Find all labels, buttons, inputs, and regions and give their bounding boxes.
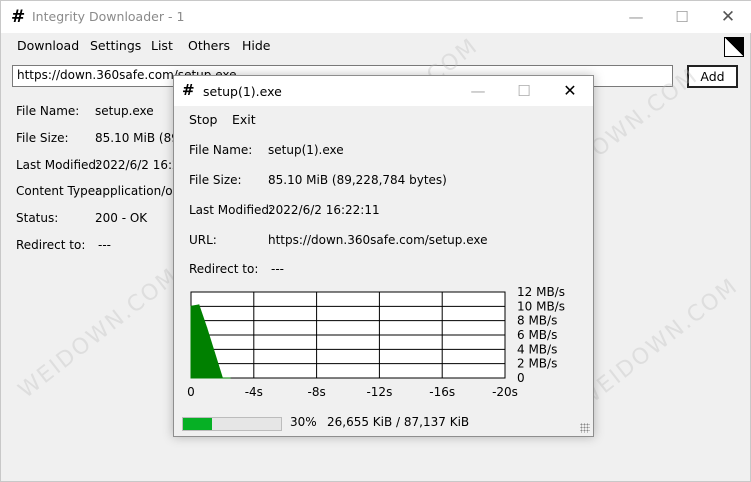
detail-label-file-size: File Size: [16,131,69,145]
detail-label-last-modified: Last Modified: [16,158,101,172]
chart-y-tick-label: 0 [517,371,525,385]
progress-fill [183,418,213,430]
menu-settings[interactable]: Settings [90,38,141,53]
detail-value-status: 200 - OK [95,211,148,225]
dialog-close-icon[interactable]: ✕ [547,76,593,106]
chart-y-tick-label: 12 MB/s [517,285,565,299]
chart-point [190,305,192,307]
download-progress-dialog: # setup(1).exe — ☐ ✕ Stop Exit File Name… [173,75,594,437]
close-icon[interactable]: ✕ [705,1,751,33]
menu-list[interactable]: List [151,38,173,53]
watermark: WEIDOWN.COM [14,263,184,404]
chart-point [206,327,208,329]
chart-point [198,304,200,306]
theme-toggle-icon[interactable] [724,37,744,57]
maximize-icon[interactable]: ☐ [659,1,705,33]
field-value-last-modified: 2022/6/2 16:22:11 [268,203,380,217]
chart-point [214,352,216,354]
dialog-minimize-icon[interactable]: — [455,76,501,106]
menu-stop[interactable]: Stop [189,112,217,127]
dialog-title-bar[interactable]: # setup(1).exe — ☐ ✕ [174,76,593,106]
dialog-title: setup(1).exe [203,84,282,99]
minimize-icon[interactable]: — [613,1,659,33]
dialog-hash-icon: # [182,81,195,99]
chart-y-tick-label: 4 MB/s [517,342,557,356]
speed-chart-svg: 12 MB/s10 MB/s8 MB/s6 MB/s4 MB/s2 MB/s00… [187,285,565,399]
detail-label-content-type: Content Type: [16,184,100,198]
add-button[interactable]: Add [687,65,738,88]
detail-value-redirect: --- [98,238,111,252]
chart-x-tick-label: 0 [187,385,195,399]
detail-label-file-name: File Name: [16,104,80,118]
main-window: # Integrity Downloader - 1 — ☐ ✕ Downloa… [0,0,751,482]
detail-value-content-type: application/oc [95,184,180,198]
chart-x-tick-label: -4s [245,385,263,399]
chart-x-tick-label: -20s [492,385,518,399]
speed-chart: 12 MB/s 10 MB/s 8 MB/s 6 MB/s 4 MB/s 2 MB/s 0 0… [187,285,565,404]
detail-value-file-name: setup.exe [95,104,154,118]
menu-exit[interactable]: Exit [232,112,256,127]
chart-x-tick-label: -8s [307,385,325,399]
chart-point [229,377,231,379]
field-value-file-size: 85.10 MiB (89,228,784 bytes) [268,173,447,187]
progress-bytes: 26,655 KiB / 87,137 KiB [327,415,470,429]
download-progress-bar [182,417,282,431]
menu-hide[interactable]: Hide [242,38,271,53]
chart-point [221,377,223,379]
field-label-last-modified: Last Modified: [189,203,274,217]
field-value-file-name: setup(1).exe [268,143,344,157]
dialog-maximize-icon[interactable]: ☐ [501,76,547,106]
resize-grip-icon[interactable] [580,423,590,433]
chart-y-tick-label: 6 MB/s [517,328,557,342]
field-value-redirect: --- [271,262,284,276]
chart-y-tick-label: 10 MB/s [517,299,565,313]
chart-y-tick-label: 2 MB/s [517,357,557,371]
field-label-redirect: Redirect to: [189,262,259,276]
field-label-url: URL: [189,233,217,247]
detail-label-redirect: Redirect to: [16,238,86,252]
field-label-file-name: File Name: [189,143,253,157]
menu-download[interactable]: Download [17,38,79,53]
detail-label-status: Status: [16,211,59,225]
field-value-url: https://down.360safe.com/setup.exe [268,233,488,247]
title-bar[interactable]: # Integrity Downloader - 1 — ☐ ✕ [1,1,751,33]
chart-y-tick-label: 8 MB/s [517,314,557,328]
app-hash-icon: # [11,7,26,27]
field-label-file-size: File Size: [189,173,242,187]
progress-percent: 30% [290,415,317,429]
chart-x-tick-label: -16s [429,385,455,399]
window-title: Integrity Downloader - 1 [32,9,185,24]
menu-bar: Download Settings List Others Hide [1,33,751,59]
chart-x-tick-label: -12s [366,385,392,399]
watermark: WEIDOWN.COM [574,273,744,414]
menu-others[interactable]: Others [188,38,230,53]
